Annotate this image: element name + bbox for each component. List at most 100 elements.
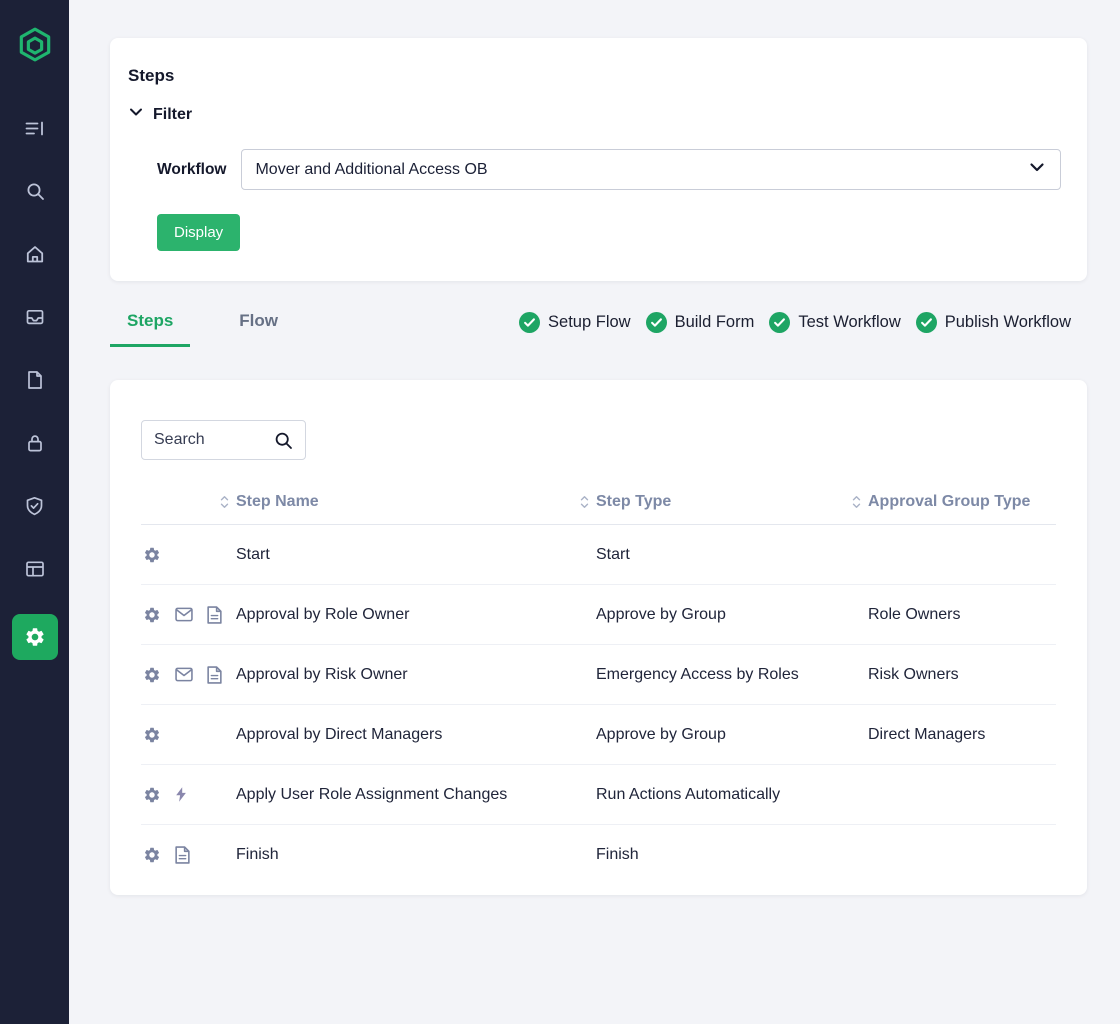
inbox-icon	[25, 307, 45, 327]
cell-step-name: Apply User Role Assignment Changes	[236, 786, 596, 804]
gear-icon[interactable]	[143, 726, 161, 744]
status-label: Setup Flow	[548, 313, 631, 332]
sidebar-nav	[12, 110, 58, 660]
search-icon	[25, 181, 45, 201]
column-header-step-type[interactable]: Step Type	[596, 493, 868, 511]
sidebar-item-gear[interactable]	[12, 614, 58, 660]
tabs: Steps Flow	[110, 311, 295, 347]
row-actions	[141, 666, 236, 684]
cell-step-name: Approval by Role Owner	[236, 606, 596, 624]
cell-approval-group-type: Risk Owners	[868, 666, 1056, 684]
table-row: Approval by Risk OwnerEmergency Access b…	[141, 645, 1056, 705]
workflow-status: Setup Flow Build Form Test Workflow Publish…	[519, 312, 1071, 347]
sidebar-item-document[interactable]	[17, 362, 53, 398]
cell-approval-group-type: Direct Managers	[868, 726, 1056, 744]
workflow-select[interactable]: Mover and Additional Access OB	[241, 149, 1061, 190]
sidebar	[0, 0, 69, 1024]
status-item: Build Form	[646, 312, 755, 333]
sort-icon	[220, 496, 229, 509]
table-icon	[25, 560, 45, 578]
workflow-row: Workflow Mover and Additional Access OB	[157, 149, 1061, 190]
status-label: Publish Workflow	[945, 313, 1071, 332]
column-header-step-name[interactable]: Step Name	[236, 493, 596, 511]
shield-check-icon	[25, 496, 44, 516]
gear-icon[interactable]	[143, 546, 161, 564]
row-actions	[141, 726, 236, 744]
workflow-label: Workflow	[157, 161, 226, 179]
mail-icon[interactable]	[175, 607, 193, 622]
document-icon	[26, 370, 44, 390]
home-icon	[25, 244, 45, 264]
cell-approval-group-type: Role Owners	[868, 606, 1056, 624]
check-circle-icon	[916, 312, 937, 333]
table-row: StartStart	[141, 525, 1056, 585]
table-row: FinishFinish	[141, 825, 1056, 885]
gear-icon	[24, 626, 46, 648]
gear-icon[interactable]	[143, 786, 161, 804]
filter-body: Workflow Mover and Additional Access OB …	[157, 149, 1061, 251]
search-icon[interactable]	[274, 431, 293, 450]
chevron-down-icon	[1028, 158, 1046, 181]
row-actions	[141, 606, 236, 624]
table-row: Approval by Role OwnerApprove by GroupRo…	[141, 585, 1056, 645]
sidebar-item-search[interactable]	[17, 173, 53, 209]
tab-flow[interactable]: Flow	[222, 311, 295, 347]
page-title: Steps	[128, 66, 1061, 86]
cell-step-type: Start	[596, 546, 868, 564]
cell-step-type: Emergency Access by Roles	[596, 666, 868, 684]
search-box	[141, 420, 306, 460]
check-circle-icon	[519, 312, 540, 333]
gear-icon[interactable]	[143, 846, 161, 864]
app-logo[interactable]	[15, 26, 55, 66]
document-icon[interactable]	[207, 606, 222, 624]
chevron-down-icon	[128, 104, 144, 125]
filter-toggle[interactable]: Filter	[128, 104, 192, 125]
check-circle-icon	[646, 312, 667, 333]
search-input[interactable]	[154, 431, 274, 449]
sort-icon	[580, 496, 589, 509]
status-item: Test Workflow	[769, 312, 900, 333]
table-row: Approval by Direct ManagersApprove by Gr…	[141, 705, 1056, 765]
cell-step-name: Approval by Direct Managers	[236, 726, 596, 744]
lightning-icon[interactable]	[175, 786, 187, 803]
status-item: Setup Flow	[519, 312, 631, 333]
sort-icon	[852, 496, 861, 509]
hexagon-logo-icon	[17, 26, 53, 66]
gear-icon[interactable]	[143, 606, 161, 624]
main-content: Steps Filter Workflow Mover and Addition…	[69, 0, 1120, 895]
document-icon[interactable]	[207, 666, 222, 684]
tab-steps[interactable]: Steps	[110, 311, 190, 347]
row-actions	[141, 546, 236, 564]
status-label: Build Form	[675, 313, 755, 332]
document-icon[interactable]	[175, 846, 190, 864]
display-button[interactable]: Display	[157, 214, 240, 251]
cell-step-name: Finish	[236, 846, 596, 864]
check-circle-icon	[769, 312, 790, 333]
gear-icon[interactable]	[143, 666, 161, 684]
sidebar-item-menu[interactable]	[17, 110, 53, 146]
sidebar-item-lock[interactable]	[17, 425, 53, 461]
filter-toggle-label: Filter	[153, 106, 192, 124]
row-actions	[141, 846, 236, 864]
lock-icon	[26, 433, 44, 453]
sidebar-item-home[interactable]	[17, 236, 53, 272]
workflow-select-value: Mover and Additional Access OB	[255, 161, 487, 179]
filter-card: Steps Filter Workflow Mover and Addition…	[110, 38, 1087, 281]
mail-icon[interactable]	[175, 667, 193, 682]
cell-step-type: Finish	[596, 846, 868, 864]
menu-icon	[24, 118, 45, 139]
cell-step-name: Approval by Risk Owner	[236, 666, 596, 684]
status-label: Test Workflow	[798, 313, 900, 332]
sidebar-item-table[interactable]	[17, 551, 53, 587]
sidebar-item-shield-check[interactable]	[17, 488, 53, 524]
steps-table-card: Step Name Step Type Approval Group Type …	[110, 380, 1087, 895]
column-header-approval-group-type[interactable]: Approval Group Type	[868, 493, 1056, 511]
table-row: Apply User Role Assignment ChangesRun Ac…	[141, 765, 1056, 825]
status-item: Publish Workflow	[916, 312, 1071, 333]
cell-step-type: Approve by Group	[596, 606, 868, 624]
sidebar-item-inbox[interactable]	[17, 299, 53, 335]
tabs-row: Steps Flow Setup Flow Build Form Test Workf…	[110, 311, 1087, 347]
cell-step-type: Approve by Group	[596, 726, 868, 744]
table-header: Step Name Step Type Approval Group Type	[141, 493, 1056, 525]
cell-step-type: Run Actions Automatically	[596, 786, 868, 804]
